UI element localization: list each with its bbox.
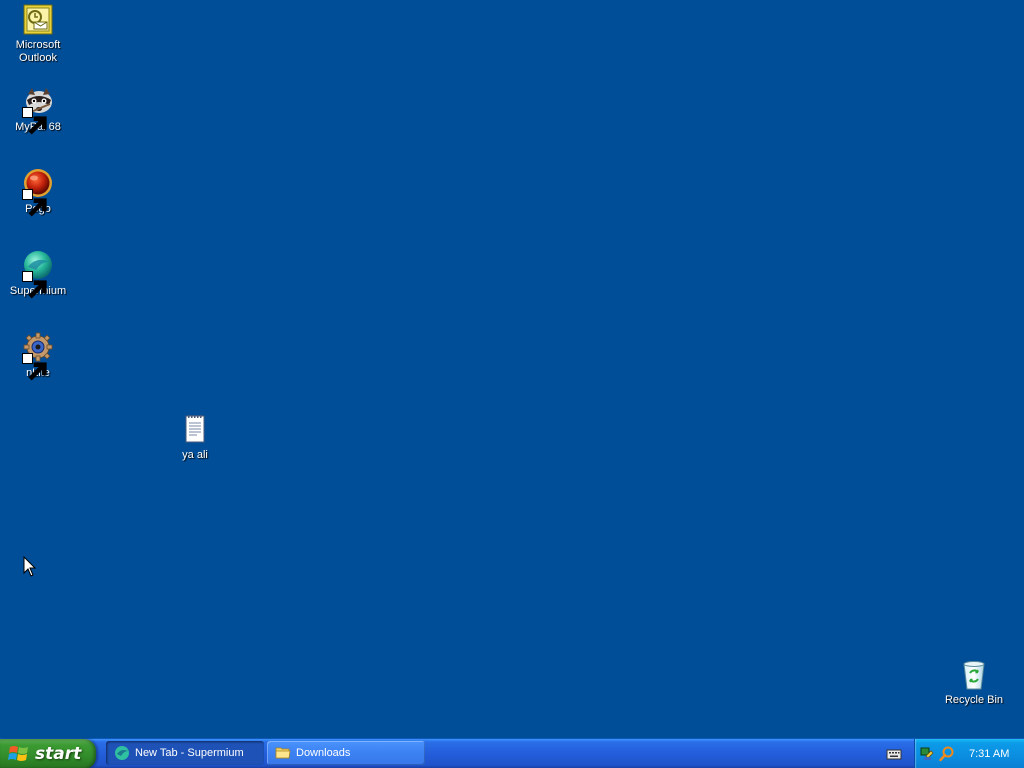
supermium-icon (115, 746, 129, 760)
search-icon[interactable] (939, 746, 955, 762)
shortcut-arrow-icon (22, 107, 47, 135)
desktop-icon-label: ya ali (182, 449, 208, 461)
taskbar-buttons: New Tab - Supermium Downloads (106, 741, 425, 765)
keyboard-icon[interactable] (886, 747, 902, 761)
desktop-icon-mypal[interactable]: MyPal 68 (0, 86, 76, 135)
desktop-icon-nlite[interactable]: nLite (0, 332, 76, 381)
nlite-icon (22, 332, 54, 381)
desktop-icon-label: Microsoft Outlook (15, 39, 61, 64)
outlook-icon (22, 4, 54, 36)
text-document-icon (179, 414, 211, 446)
network-icon[interactable] (919, 746, 935, 762)
shortcut-arrow-icon (22, 189, 47, 217)
desktop-icon-outlook[interactable]: Microsoft Outlook (0, 4, 76, 65)
folder-icon (275, 747, 291, 759)
desktop-icon-label: Recycle Bin (944, 694, 1004, 706)
desktop-icon-pego[interactable]: Pego (0, 168, 76, 217)
supermium-icon (22, 250, 54, 299)
desktop[interactable]: Microsoft Outlook MyPal 68 Pego Supermiu… (0, 0, 1024, 738)
pego-icon (22, 168, 54, 217)
taskbar-button-label: New Tab - Supermium (135, 747, 244, 759)
start-label: start (35, 744, 82, 764)
shortcut-arrow-icon (22, 353, 47, 381)
system-tray: 7:31 AM (914, 739, 1024, 768)
taskbar-button-label: Downloads (296, 747, 351, 759)
mypal-icon (22, 86, 54, 135)
recycle-bin-icon (958, 659, 990, 691)
taskbar-button-supermium[interactable]: New Tab - Supermium (106, 741, 264, 765)
taskbar: start New Tab - Supermium Downloads 7:31… (0, 738, 1024, 768)
shortcut-arrow-icon (22, 271, 47, 299)
mouse-cursor-icon (23, 556, 37, 577)
clock[interactable]: 7:31 AM (969, 748, 1009, 760)
desktop-icon-supermium[interactable]: Supermium (0, 250, 76, 299)
taskbar-button-downloads[interactable]: Downloads (267, 741, 425, 765)
windows-logo-icon (8, 746, 28, 761)
start-button[interactable]: start (0, 739, 96, 768)
desktop-icon-ya-ali[interactable]: ya ali (157, 414, 233, 462)
desktop-icon-recycle-bin[interactable]: Recycle Bin (936, 659, 1012, 707)
